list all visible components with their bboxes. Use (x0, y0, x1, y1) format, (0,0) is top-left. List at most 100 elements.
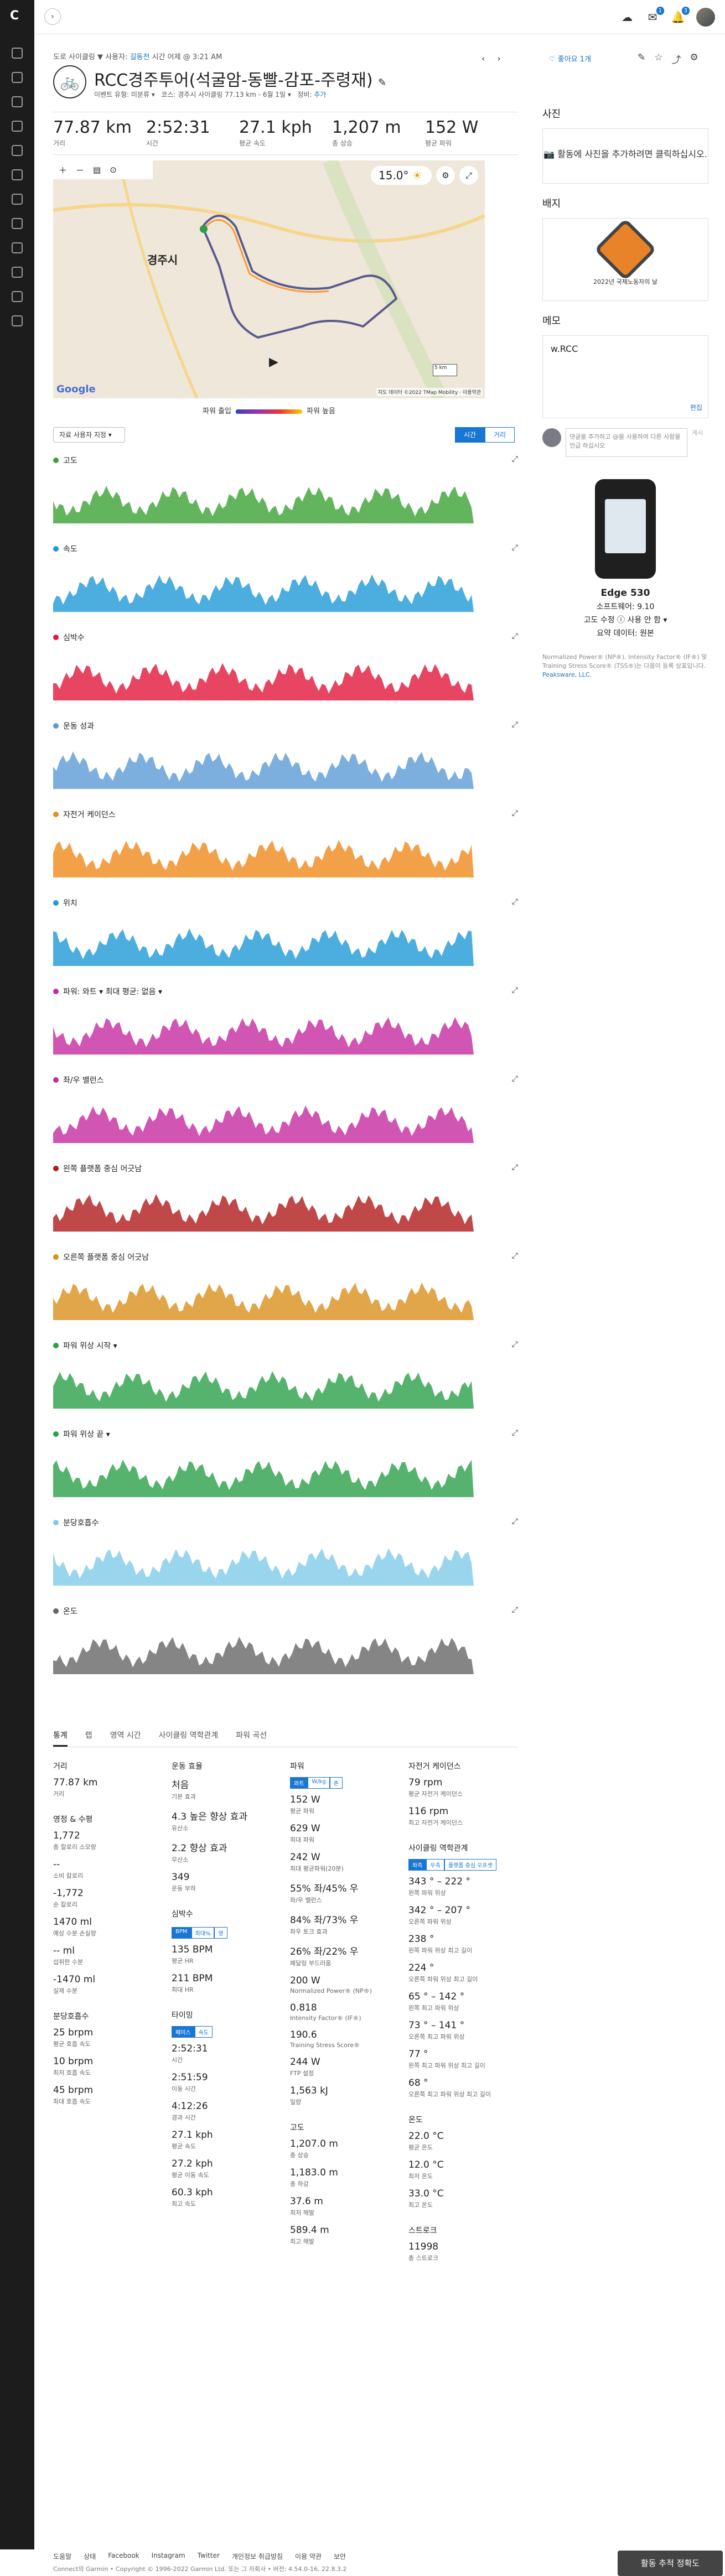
tab-laps[interactable]: 랩 (85, 1730, 92, 1747)
map-settings-icon[interactable]: ⚙ (436, 166, 455, 185)
tab-stats[interactable]: 통계 (53, 1730, 68, 1747)
calendar-icon[interactable] (12, 72, 23, 83)
comment-input[interactable]: 댓글을 추가하고 @을 사용하여 다른 사람을 언급 하십시오 (566, 428, 687, 457)
zoom-out-icon[interactable]: － (76, 164, 84, 176)
unit-toggle: 와트 W/kg 존 (290, 1777, 343, 1789)
like-button[interactable]: ♡ 좋아요 1개 (549, 53, 591, 64)
peaksware-link[interactable]: Peaksware, LLC. (542, 671, 592, 678)
play-icon[interactable]: ▶ (269, 355, 278, 369)
expand-icon[interactable]: ⤢ (512, 632, 518, 641)
expand-icon[interactable]: ⤢ (512, 1517, 518, 1526)
footer-link[interactable]: 상태 (84, 2552, 96, 2561)
expand-icon[interactable]: ⤢ (512, 455, 518, 464)
pin-icon[interactable]: ⊙ (110, 165, 117, 175)
unit-option[interactable]: W/kg (308, 1777, 330, 1789)
chart-8: 왼쪽 플랫폼 중심 어긋남 ⤢ (53, 1163, 518, 1246)
footer-link[interactable]: 도움말 (53, 2552, 71, 2561)
expand-icon[interactable]: ⤢ (512, 1251, 518, 1260)
footer-link[interactable]: 이용 약관 (295, 2552, 322, 2561)
stats-group-title: 타이밍 (172, 2011, 193, 2020)
map-credit[interactable]: 지도 데이터 ©2022 TMap Mobility · 이용약관 (376, 388, 483, 396)
reports-icon[interactable] (12, 194, 23, 205)
feedback-button[interactable]: 활동 추적 정확도 (618, 2551, 723, 2576)
settings-icon[interactable] (12, 315, 23, 326)
tab-zones[interactable]: 영역 시간 (110, 1730, 141, 1747)
zoom-in-icon[interactable]: ＋ (59, 164, 67, 176)
star-icon[interactable]: ☆ (654, 52, 662, 66)
expand-icon[interactable]: ⤢ (512, 986, 518, 995)
course-link[interactable]: 코스: 경주시 사이클링 77.13 km - 6월 1일 ▾ (161, 91, 291, 98)
elevation-correction-select[interactable]: 고도 수정 ⓘ 사용 안 함 ▾ (542, 614, 708, 625)
unit-option[interactable]: 플랫폼 중심 오프셋 (444, 1859, 496, 1871)
avatar[interactable] (696, 8, 715, 27)
expand-icon[interactable]: ⤢ (512, 543, 518, 552)
chart-title: 파워: 와트 ▾ 최대 평균: 없음 ▾ (53, 986, 162, 997)
device-software: 소프트웨어: 9.10 (596, 603, 655, 611)
garmin-logo-icon[interactable]: C (10, 9, 19, 23)
unit-option[interactable]: 최대% (191, 1927, 215, 1939)
health-icon[interactable] (12, 145, 23, 156)
expand-icon[interactable]: ⤢ (512, 1074, 518, 1083)
unit-option[interactable]: 와트 (290, 1777, 308, 1789)
unit-option[interactable]: 페이스 (172, 2026, 195, 2038)
footer-link[interactable]: Instagram (152, 2552, 185, 2561)
expand-sidebar-button[interactable]: › (44, 8, 61, 25)
customize-data-button[interactable]: 자료 사용자 지정 ▾ (53, 427, 125, 443)
tab-dynamics[interactable]: 사이클링 역학관계 (159, 1730, 219, 1747)
unit-option[interactable]: 영 (214, 1927, 227, 1939)
footer-link[interactable]: 보안 (334, 2552, 346, 2561)
insights-icon[interactable] (12, 242, 23, 253)
edit-icon[interactable]: ✎ (638, 52, 645, 66)
stats-group-title: 고도 (290, 2123, 304, 2132)
expand-icon[interactable]: ⤢ (512, 1163, 518, 1172)
route-map[interactable]: ＋ － ▤ ⊙ 15.0° ☀ ⚙ ⤢ 경주시 ▶ 5 km Google 지도… (53, 160, 485, 398)
privacy-add[interactable]: 추가 (314, 91, 326, 98)
expand-icon[interactable]: ⤢ (512, 809, 518, 818)
page-title[interactable]: RCC경주투어(석굴암-동빨-감포-주령재) ✎ (94, 66, 386, 91)
notifications-icon[interactable]: 🔔 3 (671, 7, 690, 24)
stat-item: 2:52:31 시간 (172, 2043, 208, 2064)
event-type-select[interactable]: 이벤트 유형: 미분류 ▾ (94, 91, 155, 98)
badge-card[interactable]: 2022년 국제노동자의 날 (542, 218, 708, 301)
gear-icon[interactable] (12, 291, 23, 302)
post-comment-button[interactable]: 게시 (692, 428, 703, 437)
expand-icon[interactable]: ⤢ (512, 1606, 518, 1614)
performance-icon[interactable] (12, 169, 23, 180)
time-toggle[interactable]: 시간 (455, 427, 485, 443)
next-activity-icon[interactable]: › (497, 53, 500, 64)
user-link[interactable]: 길동천 (130, 53, 150, 61)
unit-option[interactable]: 우측 (426, 1859, 444, 1871)
tab-power-curve[interactable]: 파워 곡선 (236, 1730, 267, 1747)
badges-icon[interactable] (12, 267, 23, 278)
expand-icon[interactable]: ⤢ (512, 1429, 518, 1437)
inbox-icon[interactable]: ✉ 1 (645, 7, 664, 24)
expand-icon[interactable]: ⤢ (512, 1340, 518, 1349)
distance-toggle[interactable]: 거리 (485, 427, 515, 443)
stat-item: 589.4 m 최고 해발 (290, 2225, 329, 2245)
memo-edit-button[interactable]: 편집 (690, 403, 702, 412)
footer-link[interactable]: 개인정보 취급방침 (232, 2552, 283, 2561)
prev-activity-icon[interactable]: ‹ (481, 53, 485, 64)
unit-option[interactable]: 속도 (194, 2026, 213, 2038)
add-photo-button[interactable]: 📷 활동에 사진을 추가하려면 클릭하십시오. (542, 128, 708, 184)
unit-option[interactable]: BPM (172, 1927, 191, 1939)
unit-option[interactable]: 좌측 (408, 1859, 427, 1871)
layers-icon[interactable]: ▤ (93, 165, 101, 175)
memo-text: w.RCC (551, 344, 578, 354)
stats-group-title: 파워 (290, 1762, 304, 1771)
expand-icon[interactable]: ⤢ (512, 720, 518, 729)
unit-option[interactable]: 존 (329, 1777, 343, 1789)
cloud-sync-icon[interactable]: ☁ (620, 10, 634, 24)
fullscreen-icon[interactable]: ⤢ (459, 166, 478, 185)
courses-icon[interactable] (12, 218, 23, 229)
dashboard-icon[interactable] (12, 48, 23, 59)
share-icon[interactable]: ⤴ (672, 52, 681, 66)
expand-icon[interactable]: ⤢ (512, 897, 518, 906)
gear-icon[interactable]: ⚙ (690, 52, 698, 66)
footer-link[interactable]: Facebook (108, 2552, 139, 2561)
stat-item: 224 ° 오른쪽 파워 위상 최고 길이 (408, 1962, 478, 1983)
workouts-icon[interactable] (12, 121, 23, 132)
footer-link[interactable]: Twitter (198, 2552, 220, 2561)
activities-icon[interactable] (12, 96, 23, 107)
pencil-icon[interactable]: ✎ (378, 77, 386, 89)
